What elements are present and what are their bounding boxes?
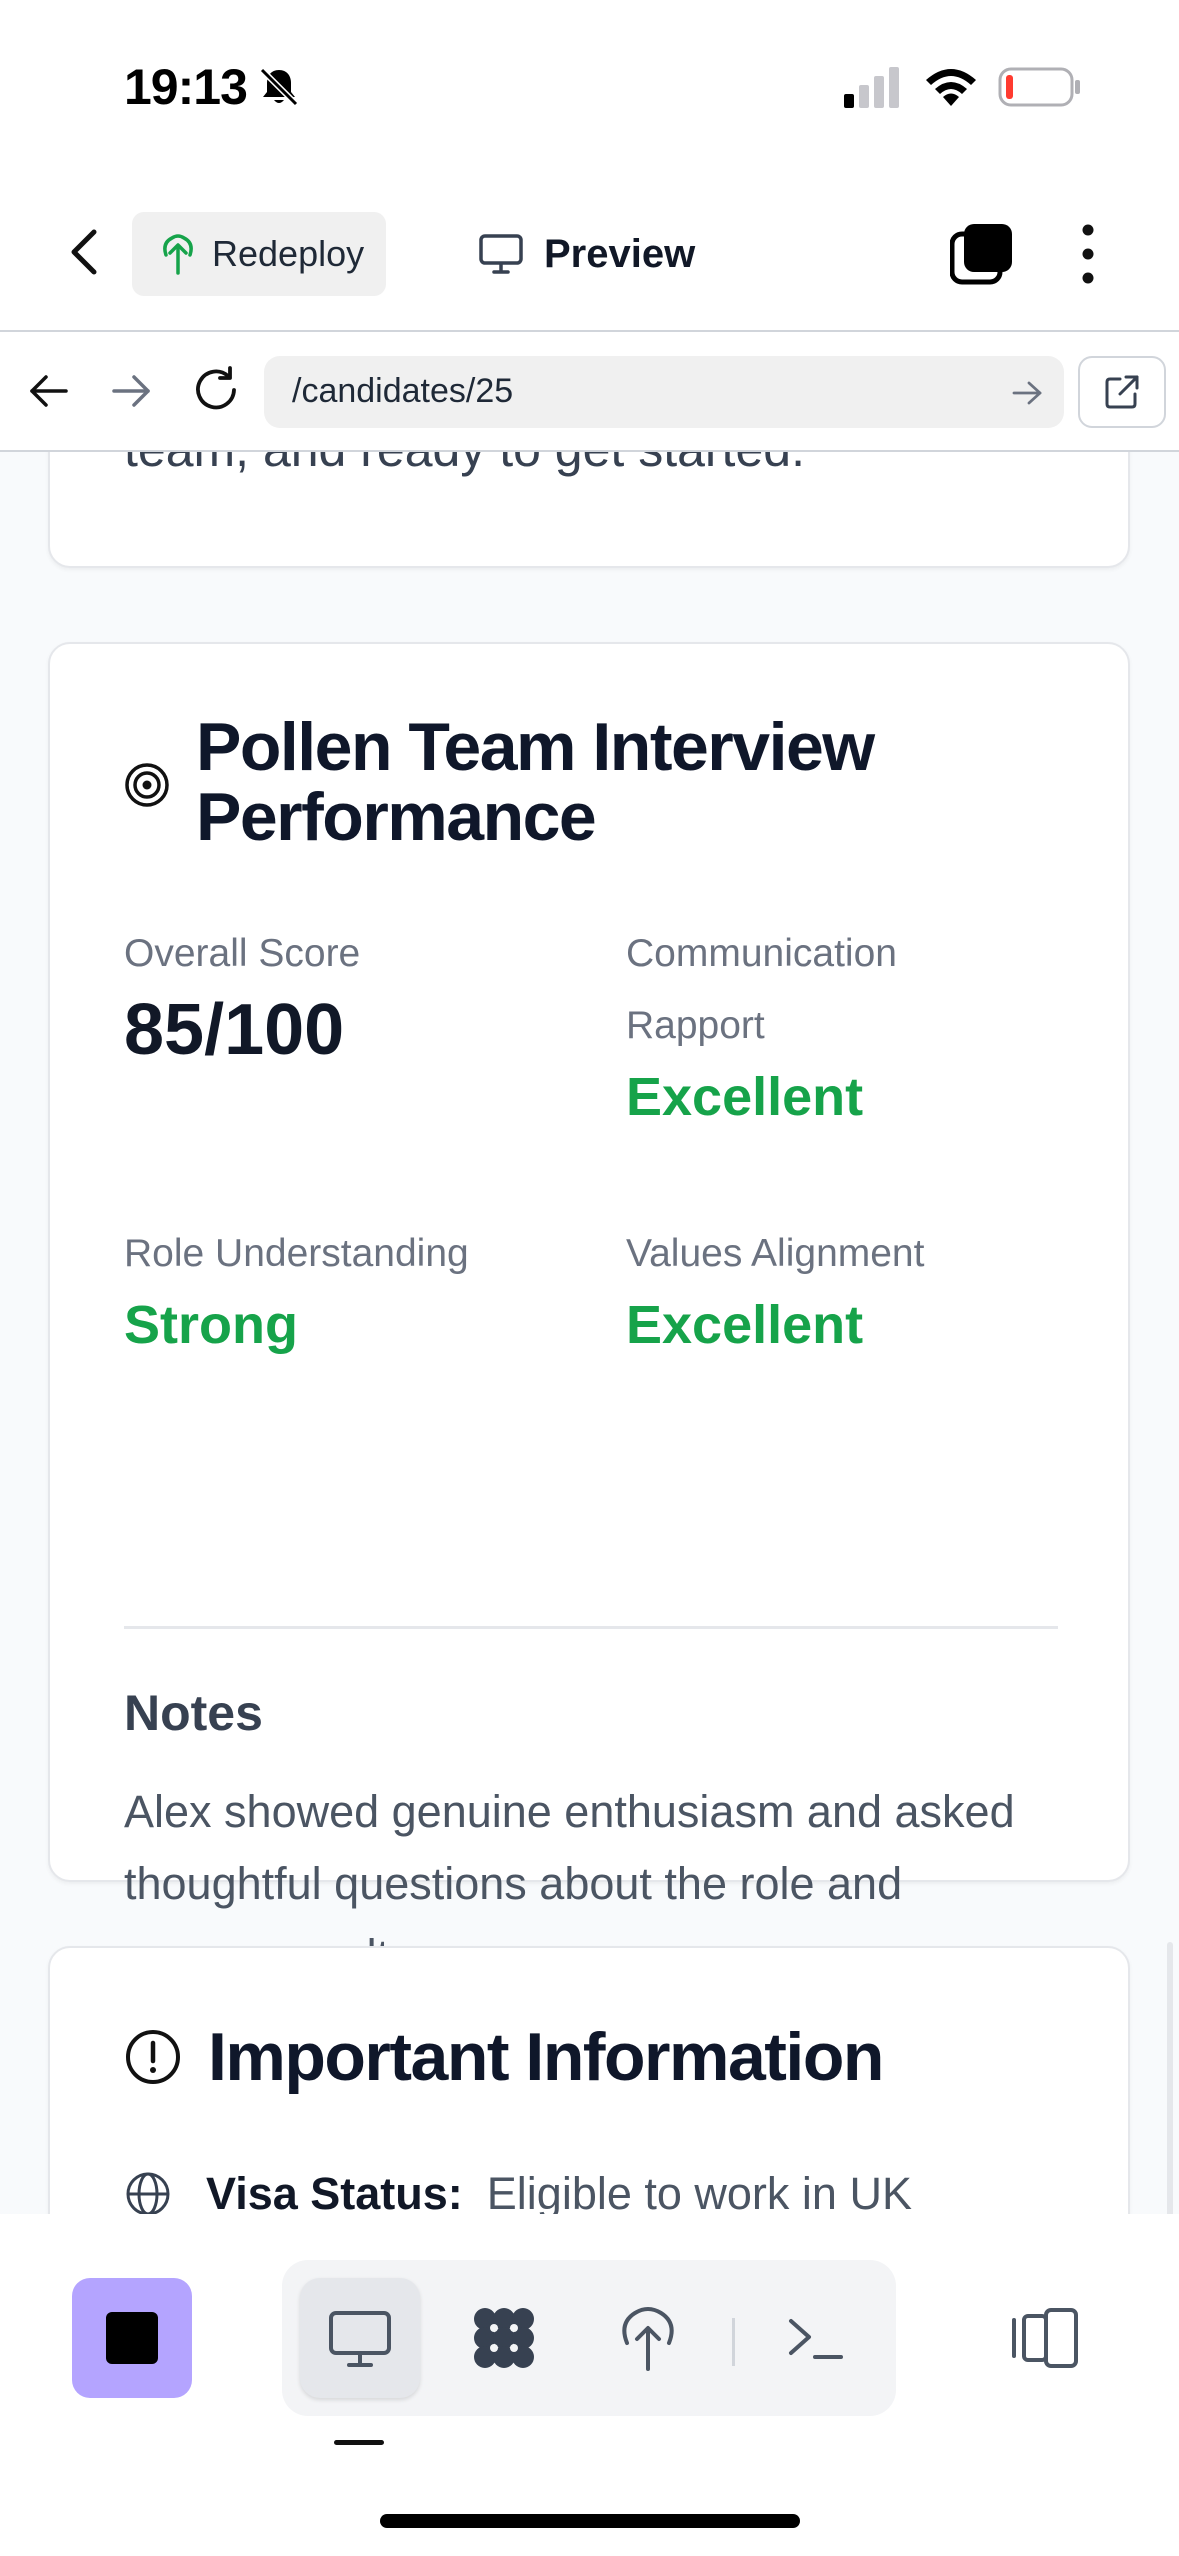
monitor-icon (329, 2311, 391, 2367)
previous-card: team, and ready to get started. (48, 452, 1130, 568)
terminal-view-button[interactable] (756, 2278, 876, 2398)
overall-score-value: 85/100 (124, 990, 345, 1070)
globe-icon (126, 2172, 170, 2214)
bell-off-icon (259, 67, 299, 107)
scrollbar[interactable] (1167, 1942, 1173, 2214)
open-external-button[interactable] (1078, 356, 1166, 428)
interview-card-header: Pollen Team Interview Performance (124, 712, 996, 852)
alert-circle-icon (126, 2030, 180, 2084)
arrow-right-icon[interactable] (108, 368, 154, 414)
stop-icon (106, 2312, 158, 2364)
terminal-icon (789, 2319, 843, 2359)
communication-metric: Communication Rapport Excellent (626, 918, 986, 1132)
preview-tab[interactable]: Preview (478, 212, 695, 296)
arrow-left-icon[interactable] (26, 368, 72, 414)
wifi-icon (926, 69, 976, 106)
interview-card-title: Pollen Team Interview Performance (196, 709, 875, 855)
segment-separator (732, 2318, 735, 2366)
target-icon (125, 763, 169, 807)
layers-icon[interactable] (950, 222, 1014, 286)
tree-icon (622, 2307, 674, 2371)
url-input[interactable]: /candidates/25 (264, 356, 1064, 428)
role-understanding-value: Strong (124, 1295, 298, 1355)
page-content[interactable]: team, and ready to get started. Pollen T… (0, 452, 1179, 2214)
chevron-left-icon[interactable] (62, 222, 106, 282)
signal-icon (844, 67, 899, 108)
overall-score-metric: Overall Score 85/100 (124, 918, 564, 1070)
url-text: /candidates/25 (292, 372, 514, 410)
code-view-button[interactable] (444, 2278, 564, 2398)
redeploy-label: Redeploy (212, 233, 365, 274)
values-alignment-label: Values Alignment (626, 1232, 925, 1275)
kebab-icon[interactable] (1070, 222, 1106, 286)
visa-status-label: Visa Status: (206, 2168, 463, 2214)
deploy-view-button[interactable] (588, 2278, 708, 2398)
visa-status-value: Eligible to work in UK (486, 2168, 912, 2214)
preview-view-button[interactable] (300, 2278, 420, 2398)
values-alignment-metric: Values Alignment Excellent (626, 1218, 1066, 1360)
stop-button[interactable] (72, 2278, 192, 2398)
role-understanding-metric: Role Understanding Strong (124, 1218, 604, 1360)
status-time: 19:13 (124, 59, 248, 115)
role-understanding-label: Role Understanding (124, 1232, 469, 1275)
battery-icon (998, 67, 1080, 107)
values-alignment-value: Excellent (626, 1295, 864, 1355)
external-link-icon (1105, 375, 1139, 409)
tree-icon (163, 234, 193, 275)
arrow-right-icon[interactable] (1010, 376, 1044, 410)
communication-label: Communication Rapport (626, 932, 897, 1047)
home-indicator (380, 2514, 800, 2528)
divider (124, 1626, 1058, 1629)
monitor-icon (479, 234, 523, 274)
important-card-header: Important Information (124, 2022, 1108, 2092)
previous-card-text: team, and ready to get started. (124, 452, 805, 478)
important-card-title: Important Information (208, 2019, 884, 2095)
notes-heading: Notes (124, 1685, 263, 1741)
interview-performance-card: Pollen Team Interview Performance Overal… (48, 642, 1130, 1981)
overall-score-label: Overall Score (124, 932, 361, 975)
status-bar: 19:13 (0, 0, 1179, 170)
view-switcher (282, 2260, 896, 2416)
important-information-card: Important Information Visa Status: Eligi… (48, 1946, 1130, 2214)
redeploy-button[interactable]: Redeploy (132, 212, 386, 296)
communication-value: Excellent (626, 1067, 864, 1127)
preview-label: Preview (544, 231, 696, 276)
panel-icon[interactable] (1010, 2306, 1080, 2370)
browser-bar: /candidates/25 (0, 332, 1179, 452)
grid-icon (474, 2308, 534, 2368)
reload-icon[interactable] (190, 364, 242, 416)
active-tab-indicator (334, 2440, 384, 2445)
app-toolbar: Redeploy Preview (0, 170, 1179, 332)
bottom-bar (0, 2214, 1179, 2556)
visa-status-row: Visa Status: Eligible to work in UK (124, 2168, 912, 2214)
